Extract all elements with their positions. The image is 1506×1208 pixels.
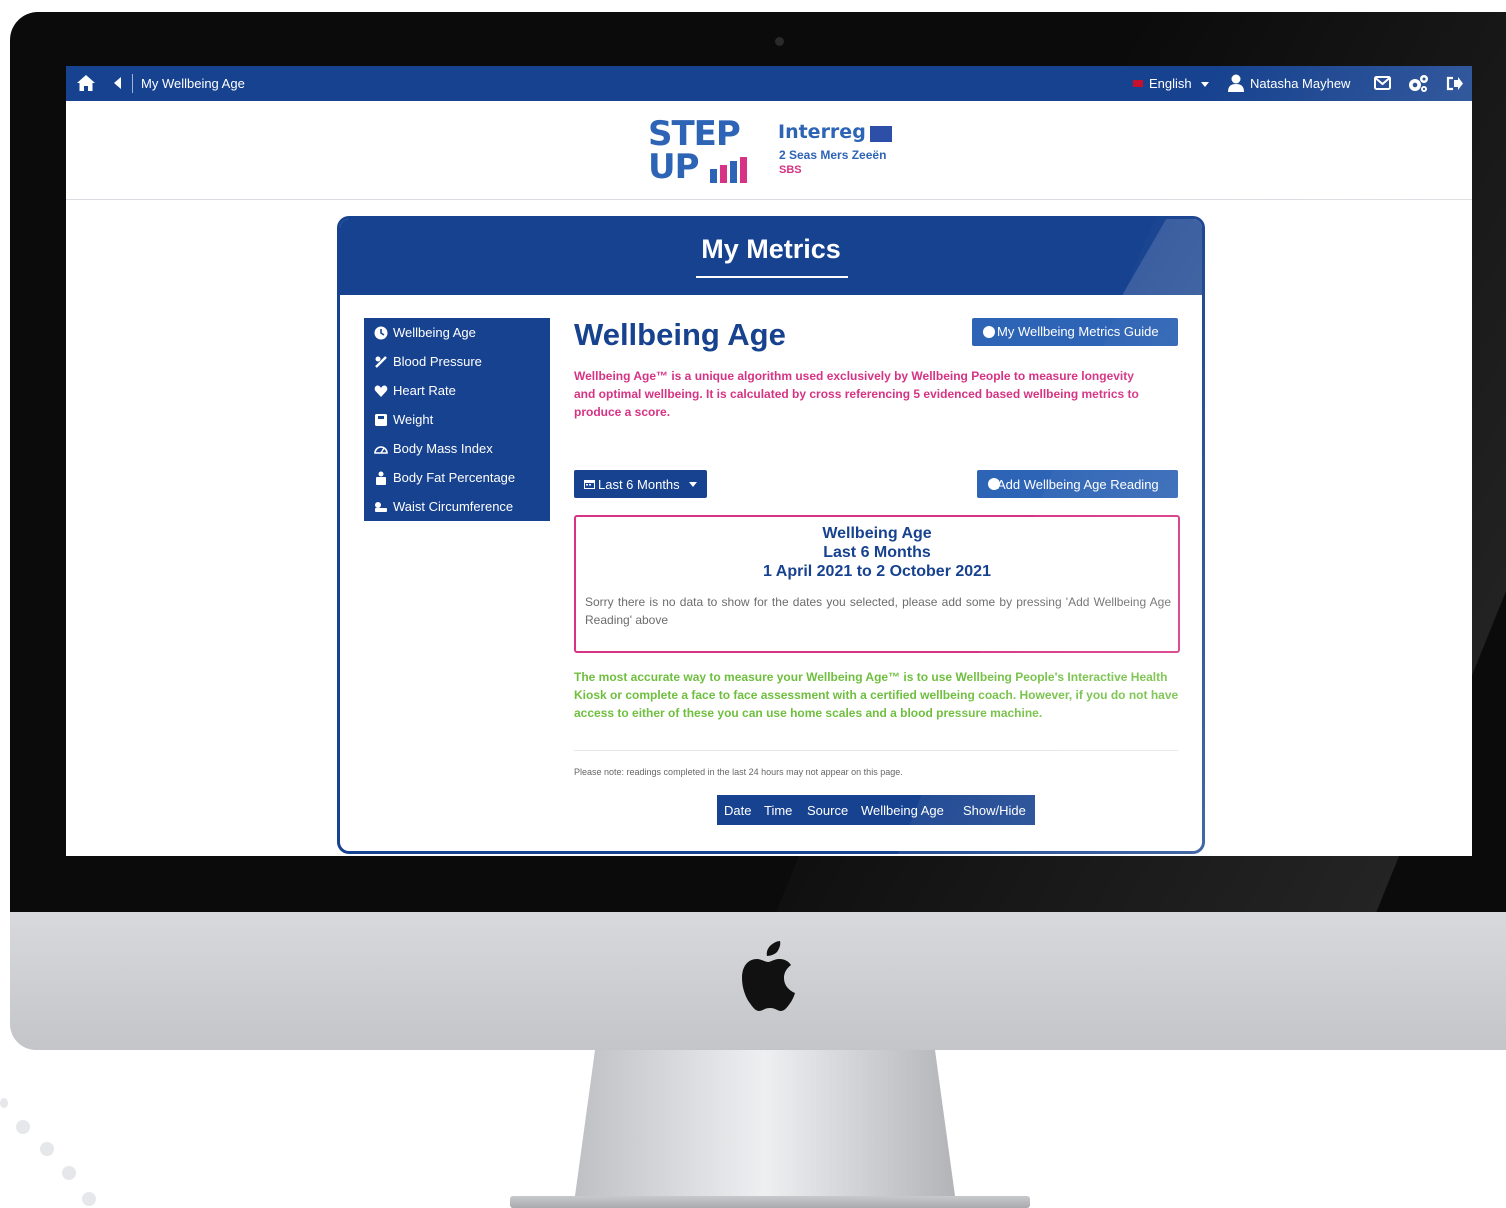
readings-table-header: Date Time Source Wellbeing Age Show/Hide: [717, 795, 1035, 825]
back-icon[interactable]: [114, 77, 122, 89]
page-title: Wellbeing Age: [574, 317, 786, 352]
date-range-dropdown[interactable]: Last 6 Months: [574, 470, 707, 498]
step-up-logo[interactable]: STEP UP: [648, 117, 758, 187]
calendar-icon: [584, 480, 595, 489]
monitor-stand: [575, 1050, 955, 1196]
column-header-date[interactable]: Date: [724, 803, 751, 818]
divider: [574, 750, 1178, 751]
user-icon: [1228, 74, 1244, 92]
no-data-panel: Wellbeing Age Last 6 Months 1 April 2021…: [574, 515, 1180, 653]
breadcrumb: My Wellbeing Age: [141, 76, 245, 91]
wellbeing-age-description: Wellbeing Age™ is a unique algorithm use…: [574, 369, 1139, 419]
interreg-logo: Interreg 2 Seas Mers Zeeën SBS: [778, 121, 908, 183]
mail-icon[interactable]: [1374, 76, 1391, 90]
language-selector[interactable]: English: [1149, 76, 1192, 91]
sidebar-item-body-fat-percentage[interactable]: Body Fat Percentage: [364, 463, 550, 492]
apple-logo-icon: [742, 941, 795, 1011]
monitor-foot: [510, 1196, 1030, 1208]
column-header-time[interactable]: Time: [764, 803, 792, 818]
no-data-message: Sorry there is no data to show for the d…: [585, 595, 1171, 627]
sidebar-item-body-mass-index[interactable]: Body Mass Index: [364, 434, 550, 463]
metrics-guide-button[interactable]: My Wellbeing Metrics Guide: [972, 318, 1178, 346]
gears-icon[interactable]: [1407, 74, 1429, 93]
readings-note: Please note: readings completed in the l…: [574, 767, 903, 777]
column-header-show-hide[interactable]: Show/Hide: [963, 803, 1026, 818]
chevron-down-icon: [1201, 82, 1209, 87]
bar-chart-logo-icon: [710, 157, 747, 183]
eu-flag-icon: [870, 126, 892, 142]
card-header: My Metrics: [340, 219, 1202, 299]
bmi-icon: [374, 446, 388, 454]
sidebar-item-blood-pressure[interactable]: Blood Pressure: [364, 347, 550, 376]
add-wellbeing-age-reading-button[interactable]: Add Wellbeing Age Reading: [977, 470, 1178, 498]
card-title: My Metrics: [701, 234, 841, 264]
sidebar-item-heart-rate[interactable]: Heart Rate: [364, 376, 550, 405]
waist-icon: [375, 502, 387, 512]
column-header-source[interactable]: Source: [807, 803, 848, 818]
measurement-advice: The most accurate way to measure your We…: [574, 670, 1179, 720]
top-navigation-bar: My Wellbeing Age English Natasha Mayhew: [66, 66, 1472, 101]
user-profile-link[interactable]: Natasha Mayhew: [1250, 76, 1350, 91]
camera: [775, 37, 784, 46]
sidebar-item-wellbeing-age[interactable]: Wellbeing Age: [364, 318, 550, 347]
home-icon[interactable]: [76, 74, 96, 92]
app-screen: My Wellbeing Age English Natasha Mayhew: [66, 66, 1472, 856]
sidebar-item-waist-circumference[interactable]: Waist Circumference: [364, 492, 550, 521]
column-header-wellbeing-age[interactable]: Wellbeing Age: [861, 803, 944, 818]
site-header: STEP UP Interreg 2 Seas Mers Zeeën SBS: [66, 101, 1472, 200]
metrics-card: My Metrics Wellbeing Age Blood Pressure …: [337, 216, 1205, 854]
chevron-down-icon: [689, 482, 697, 487]
breadcrumb-divider: [132, 74, 133, 93]
weight-icon: [375, 414, 387, 426]
metrics-sidebar: Wellbeing Age Blood Pressure Heart Rate …: [364, 318, 550, 521]
wellbeing-age-icon: [374, 326, 388, 340]
logout-icon[interactable]: [1446, 75, 1464, 92]
uk-flag-icon: [1133, 80, 1143, 87]
body-fat-icon: [376, 471, 386, 485]
title-underline: [696, 276, 848, 278]
blood-pressure-icon: [375, 356, 387, 368]
sidebar-item-weight[interactable]: Weight: [364, 405, 550, 434]
heart-rate-icon: [374, 385, 388, 397]
info-icon: [983, 326, 995, 338]
